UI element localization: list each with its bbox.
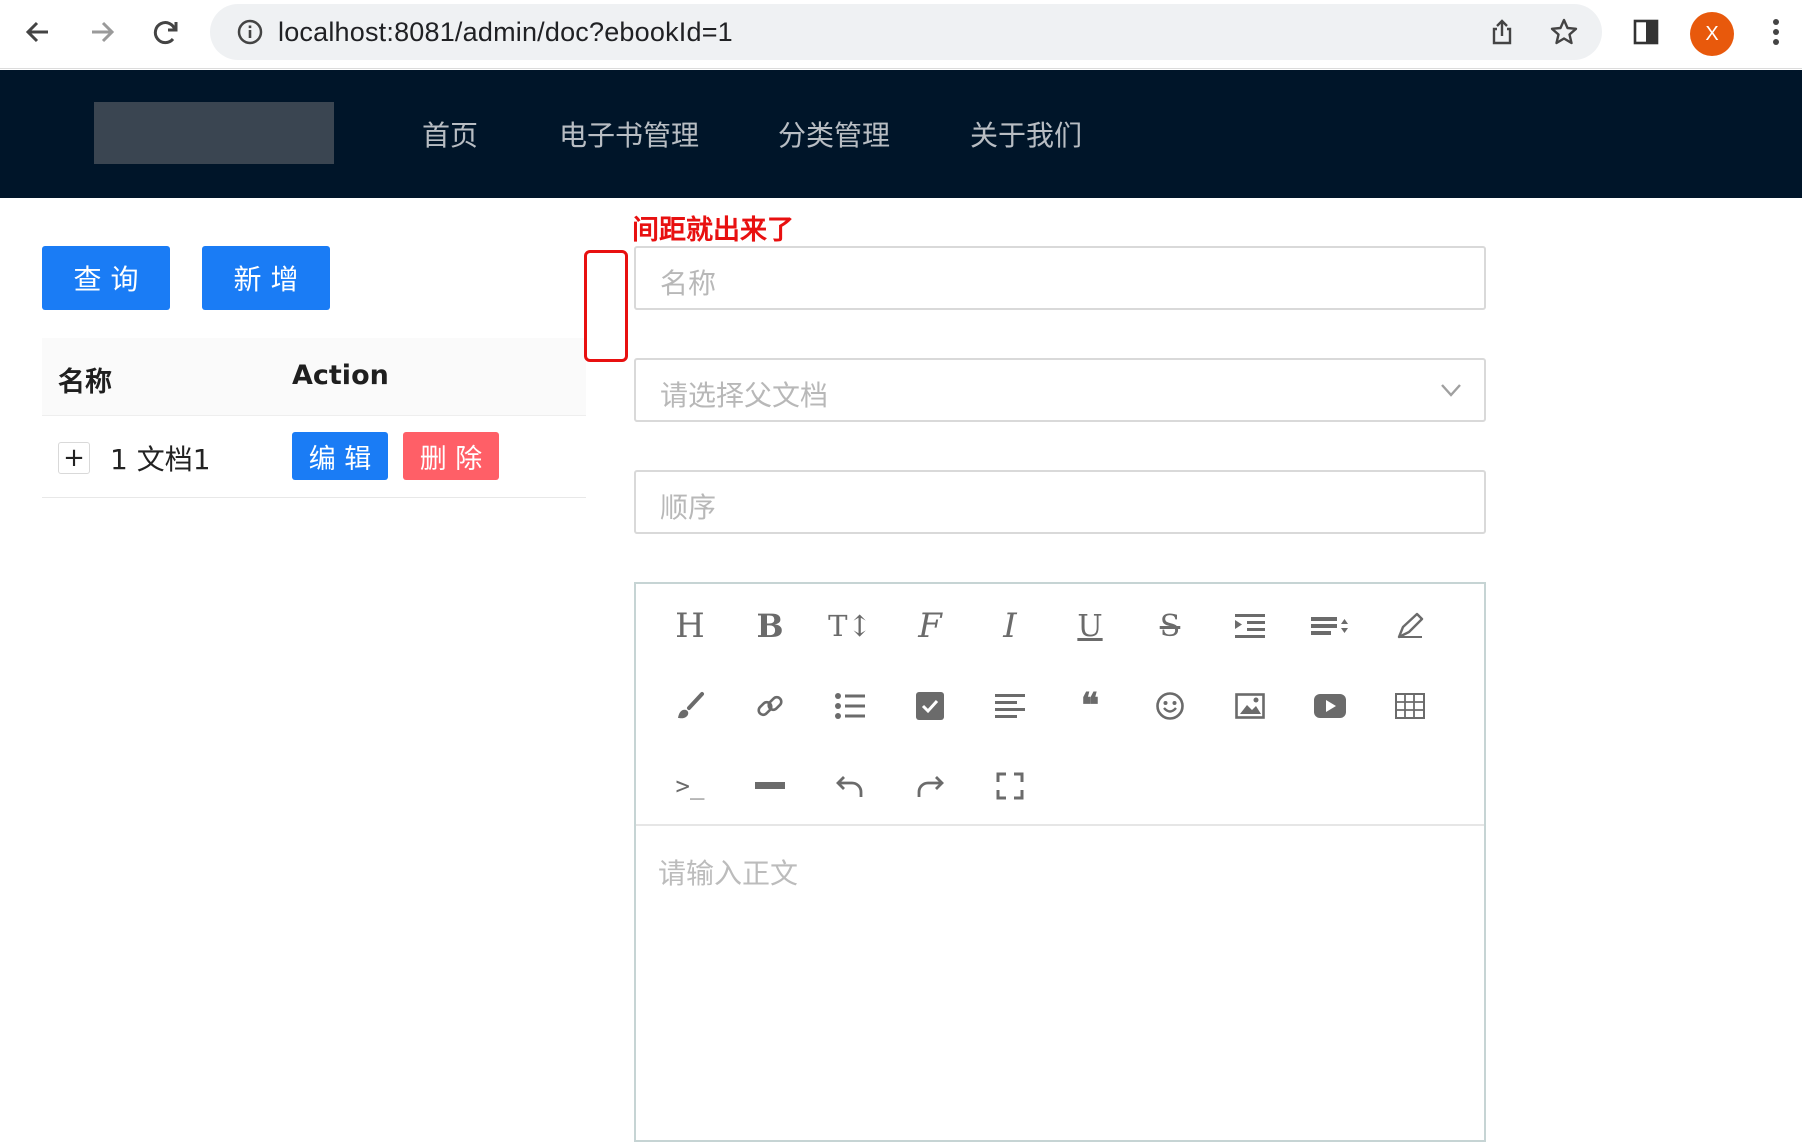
url-text[interactable]: localhost:8081/admin/doc?ebookId=1: [278, 17, 733, 48]
back-button[interactable]: [18, 12, 58, 52]
query-button[interactable]: 查 询: [42, 246, 170, 310]
doc-table: 名称 Action + 1 文档1 编 辑 删 除: [42, 338, 586, 498]
add-button[interactable]: 新 增: [202, 246, 330, 310]
logo-placeholder: [94, 102, 334, 164]
delete-button[interactable]: 删 除: [403, 432, 499, 480]
table-row: + 1 文档1 编 辑 删 除: [42, 416, 586, 498]
name-placeholder: 名称: [660, 267, 717, 300]
chevron-down-icon: [1441, 384, 1461, 397]
side-panel-button[interactable]: [1626, 12, 1666, 52]
annotation-highlight-box: [584, 250, 628, 362]
site-info-icon[interactable]: [232, 14, 268, 50]
browser-menu-button[interactable]: [1756, 12, 1796, 52]
bookmark-star-icon[interactable]: [1546, 14, 1582, 50]
code-icon[interactable]: >_: [668, 764, 712, 808]
doc-name-cell: 1 文档1: [110, 443, 211, 476]
expand-row-icon[interactable]: +: [58, 442, 90, 474]
pen-icon[interactable]: [1388, 604, 1432, 648]
menu-item-about-us[interactable]: 关于我们: [970, 114, 1082, 154]
fullscreen-icon[interactable]: [988, 764, 1032, 808]
table-header: 名称 Action: [42, 338, 586, 416]
reload-icon: [153, 21, 178, 45]
side-panel-icon: [1633, 19, 1659, 45]
underline-icon[interactable]: U: [1068, 604, 1112, 648]
bullet-list-icon[interactable]: [828, 684, 872, 728]
annotation-text: 间距就出来了: [632, 215, 794, 246]
font-family-icon[interactable]: F: [908, 604, 952, 648]
undo-icon[interactable]: [828, 764, 872, 808]
paint-brush-icon[interactable]: [668, 684, 712, 728]
editor-toolbar: H B T↕ F I U S ❝ >_: [636, 584, 1484, 826]
forward-arrow-icon: [92, 21, 115, 43]
app-header: 首页 电子书管理 分类管理 关于我们: [0, 70, 1802, 198]
share-icon[interactable]: [1484, 14, 1520, 50]
address-bar[interactable]: localhost:8081/admin/doc?ebookId=1: [210, 4, 1602, 60]
editor-content-placeholder[interactable]: 请输入正文: [658, 852, 798, 892]
back-arrow-icon: [25, 21, 48, 43]
browser-chrome: localhost:8081/admin/doc?ebookId=1 X: [0, 0, 1802, 69]
divider-icon[interactable]: [748, 764, 792, 808]
indent-icon[interactable]: [1228, 604, 1272, 648]
bold-icon[interactable]: B: [748, 604, 792, 648]
edit-button[interactable]: 编 辑: [292, 432, 388, 480]
checkbox-icon[interactable]: [908, 684, 952, 728]
link-icon[interactable]: [748, 684, 792, 728]
video-icon[interactable]: [1308, 684, 1352, 728]
strikethrough-icon[interactable]: S: [1148, 604, 1192, 648]
redo-icon[interactable]: [908, 764, 952, 808]
align-icon[interactable]: [988, 684, 1032, 728]
rich-text-editor: H B T↕ F I U S ❝ >_ 请输入正文: [634, 582, 1486, 1142]
reload-button[interactable]: [146, 12, 186, 52]
quote-icon[interactable]: ❝: [1068, 684, 1112, 728]
menu-item-category-management[interactable]: 分类管理: [778, 114, 890, 154]
emoji-icon[interactable]: [1148, 684, 1192, 728]
name-input[interactable]: 名称: [634, 246, 1486, 310]
column-header-name: 名称: [58, 367, 112, 398]
table-icon[interactable]: [1388, 684, 1432, 728]
column-header-action: Action: [292, 360, 389, 391]
parent-placeholder: 请选择父文档: [660, 379, 829, 412]
sort-placeholder: 顺序: [660, 491, 717, 524]
menu-item-ebook-management[interactable]: 电子书管理: [559, 114, 699, 154]
profile-avatar[interactable]: X: [1690, 12, 1734, 56]
heading-icon[interactable]: H: [668, 604, 712, 648]
parent-doc-select[interactable]: 请选择父文档: [634, 358, 1486, 422]
menu-item-home[interactable]: 首页: [422, 114, 478, 154]
sort-input[interactable]: 顺序: [634, 470, 1486, 534]
italic-icon[interactable]: I: [988, 604, 1032, 648]
forward-button[interactable]: [82, 12, 122, 52]
line-height-icon[interactable]: [1308, 604, 1352, 648]
image-icon[interactable]: [1228, 684, 1272, 728]
more-vertical-icon: [1773, 19, 1779, 45]
font-size-icon[interactable]: T↕: [828, 604, 872, 648]
